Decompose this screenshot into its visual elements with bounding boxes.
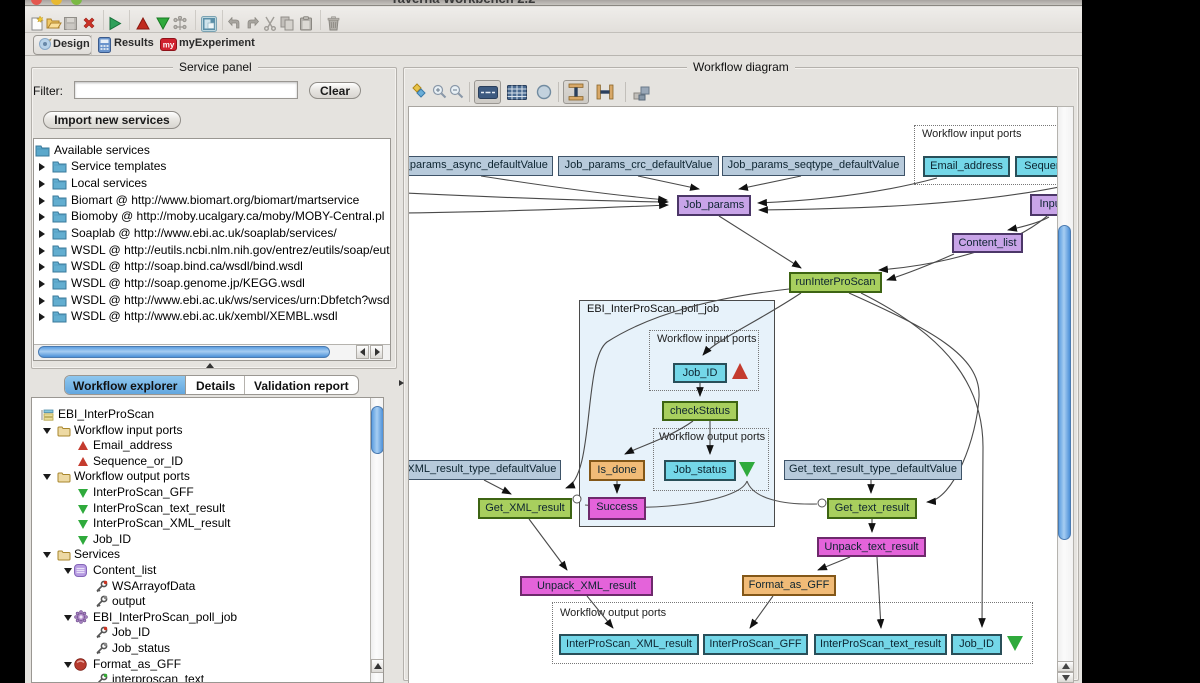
- svg-text:my: my: [163, 41, 175, 50]
